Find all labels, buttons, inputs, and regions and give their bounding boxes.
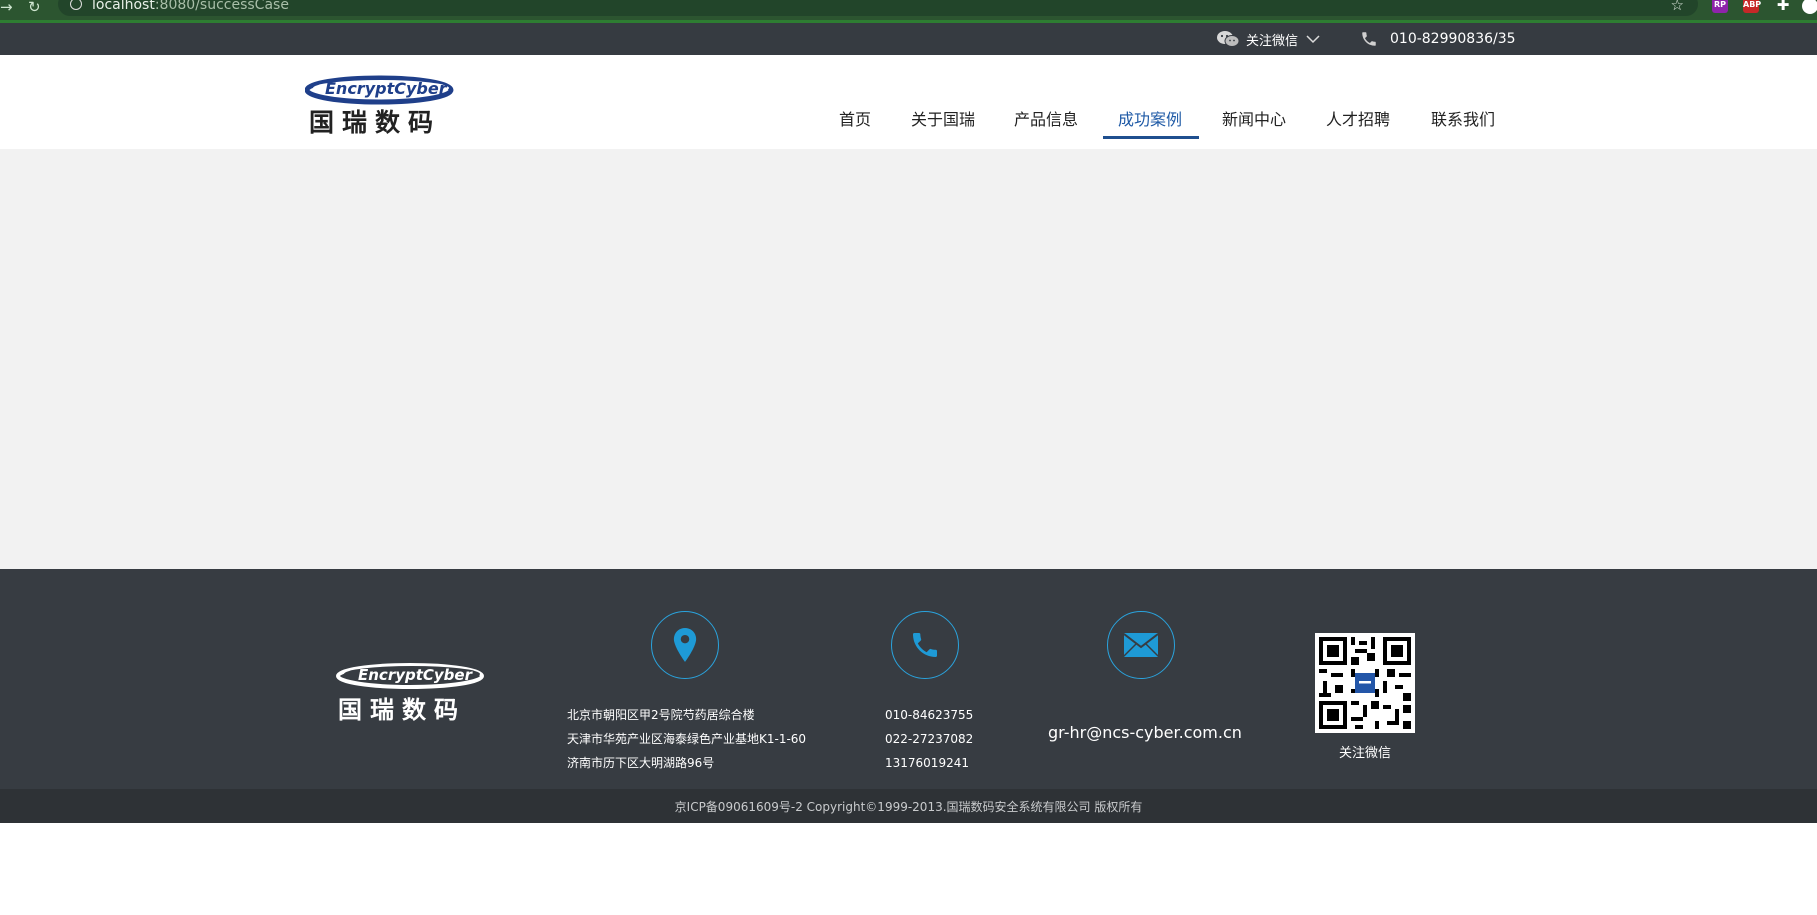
location-pin-icon [673,628,697,662]
topbar-phone: 010-82990836/35 [1360,29,1516,49]
main-content [0,149,1817,569]
nav-home[interactable]: 首页 [839,106,871,130]
mail-icon-circle [1107,611,1175,679]
wechat-label: 关注微信 [1246,33,1299,49]
footer-copyright-bar: 京ICP备09061609号-2 Copyright©1999-2013.国瑞数… [0,789,1817,823]
wechat-qr-code [1315,633,1415,733]
footer-phones: 010-84623755 022-27237082 13176019241 [885,703,973,775]
nav-products[interactable]: 产品信息 [1014,106,1078,130]
site-footer: EncryptCyber 国瑞数码 北京市朝阳区甲2号院芍药居综合楼 天津市华苑… [0,569,1817,789]
nav-careers[interactable]: 人才招聘 [1326,106,1390,130]
mail-icon [1123,633,1159,657]
address-bar[interactable]: localhost:8080/successCase ☆ [58,0,1698,16]
extension-rp-icon[interactable]: RP [1712,0,1728,13]
footer-addresses: 北京市朝阳区甲2号院芍药居综合楼 天津市华苑产业区海泰绿色产业基地K1-1-60… [567,703,806,775]
encryptcyber-footer-logo-icon: EncryptCyber 国瑞数码 [336,663,484,724]
phone-icon-circle [891,611,959,679]
address-line: 天津市华苑产业区海泰绿色产业基地K1-1-60 [567,732,807,746]
bookmark-star-icon[interactable]: ☆ [1671,0,1684,14]
nav-news[interactable]: 新闻中心 [1222,106,1286,130]
site-header: EncryptCyber 国瑞数码 首页 关于国瑞 产品信息 成功案例 新闻中心… [0,55,1817,149]
profile-avatar[interactable] [1802,0,1817,14]
svg-text:EncryptCyber: EncryptCyber [358,666,474,684]
site-logo[interactable]: EncryptCyber 国瑞数码 [304,71,461,137]
phone-icon [1362,32,1376,46]
svg-text:国瑞数码: 国瑞数码 [338,696,466,724]
nav-about[interactable]: 关于国瑞 [911,106,975,130]
svg-text:EncryptCyber: EncryptCyber [325,79,448,98]
copyright-text: 京ICP备09061609号-2 Copyright©1999-2013.国瑞数… [674,800,1143,814]
reload-icon[interactable]: ↻ [28,0,41,16]
wechat-icon [1217,31,1240,47]
svg-text:国瑞数码: 国瑞数码 [309,108,441,135]
phone-line: 022-27237082 [885,732,974,746]
address-line: 北京市朝阳区甲2号院芍药居综合楼 [567,708,755,722]
top-info-bar: 关注微信 010-82990836/35 [0,23,1817,55]
address-line: 济南市历下区大明湖路96号 [567,756,715,770]
active-nav-indicator [1103,136,1199,139]
qr-label: 关注微信 [1338,746,1391,761]
phone-line: 010-84623755 [885,708,974,722]
footer-email[interactable]: gr-hr@ncs-cyber.com.cn [1048,723,1242,742]
extension-abp-icon[interactable]: ABP [1743,0,1761,13]
nav-success-cases[interactable]: 成功案例 [1118,106,1182,130]
nav-contact[interactable]: 联系我们 [1431,106,1495,130]
wechat-follow-dropdown[interactable]: 关注微信 [1216,29,1326,49]
info-icon[interactable] [70,0,82,10]
phone-line: 13176019241 [885,756,969,770]
encryptcyber-logo-icon: EncryptCyber 国瑞数码 [304,75,454,137]
chevron-down-icon [1306,35,1320,44]
footer-logo: EncryptCyber 国瑞数码 [336,656,488,726]
location-icon-circle [651,611,719,679]
phone-number: 010-82990836/35 [1390,31,1516,47]
url-text[interactable]: localhost:8080/successCase [92,0,289,13]
back-icon[interactable]: → [0,0,13,16]
extensions-puzzle-icon[interactable]: ✚ [1775,0,1791,13]
phone-icon [913,633,937,657]
browser-toolbar: → ↻ localhost:8080/successCase ☆ RP ABP … [0,0,1817,23]
qr-code-icon [1315,633,1415,733]
